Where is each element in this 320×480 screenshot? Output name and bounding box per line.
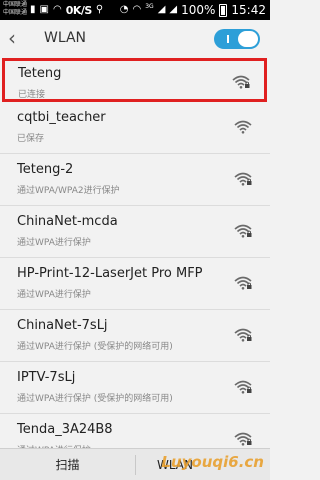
- network-item[interactable]: ChinaNet-mcda 通过WPA进行保护: [0, 206, 270, 258]
- alarm-icon: ◔: [119, 4, 129, 15]
- wifi-lock-icon: [234, 432, 252, 446]
- network-list: Teteng 已连接 cqtbi_teacher 已保存 Teteng-2 通过WPA/W…: [0, 58, 270, 466]
- usb-icon: ⚲: [95, 4, 104, 15]
- network-name: Teteng-2: [17, 162, 74, 177]
- network-status: 已连接: [18, 90, 46, 100]
- network-item-connected[interactable]: Teteng 已连接: [2, 58, 267, 102]
- battery-percent: 100%: [181, 3, 216, 17]
- carrier-line-2: 中国联通: [3, 9, 28, 16]
- network-name: ChinaNet-7sLj: [17, 318, 108, 333]
- wifi-lock-icon: [234, 380, 252, 394]
- network-item[interactable]: Teteng-2 通过WPA/WPA2进行保护: [0, 154, 270, 206]
- carrier-info: 中国联通 中国联通: [3, 1, 27, 17]
- network-status: 通过WPA进行保护: [17, 238, 91, 248]
- network-name: Tenda_3A24B8: [17, 422, 113, 437]
- network-status: 通过WPA进行保护 (受保护的网络可用): [17, 394, 173, 404]
- network-status: 已保存: [17, 134, 45, 144]
- wifi-status-icon: ◠: [52, 4, 62, 15]
- wifi-lock-icon: [234, 172, 252, 186]
- wifi-lock-icon: [232, 75, 250, 89]
- network-item[interactable]: cqtbi_teacher 已保存: [0, 102, 270, 154]
- site-watermark: Luyouqi6.cn: [161, 453, 264, 471]
- network-status: 通过WPA/WPA2进行保护: [17, 186, 120, 196]
- wifi-lock-icon: [234, 328, 252, 342]
- image-icon: ▣: [39, 4, 49, 15]
- network-name: IPTV-7sLj: [17, 370, 76, 385]
- back-arrow-icon[interactable]: ‹: [8, 26, 28, 50]
- network-item[interactable]: IPTV-7sLj 通过WPA进行保护 (受保护的网络可用): [0, 362, 270, 414]
- scan-button[interactable]: 扫描: [0, 449, 135, 480]
- network-name: Teteng: [18, 66, 62, 81]
- status-bar: 中国联通 中国联通 ▮ ▣ ◠ 0K/S ⚲ ◔ ◠ 3G ◢ ◢ 100% 1…: [0, 0, 270, 20]
- toggle-on-mark: [227, 35, 229, 43]
- toggle-thumb: [238, 31, 258, 47]
- network-type: 3G: [145, 2, 154, 10]
- bottom-action-bar: 扫描 WLAN Luyouqi6.cn: [0, 448, 270, 480]
- wifi-icon: [234, 120, 252, 134]
- cell-signal-2-icon: ◢: [169, 4, 178, 15]
- network-item[interactable]: ChinaNet-7sLj 通过WPA进行保护 (受保护的网络可用): [0, 310, 270, 362]
- battery-icon: [219, 3, 228, 17]
- network-speed: 0K/S: [65, 3, 93, 17]
- page-title: WLAN: [44, 30, 87, 46]
- cell-signal-icon: ◢: [157, 4, 166, 15]
- network-item[interactable]: HP-Print-12-LaserJet Pro MFP 通过WPA进行保护: [0, 258, 270, 310]
- clock: 15:42: [231, 3, 266, 17]
- signal-icon: ▮: [30, 4, 36, 15]
- wifi-lock-icon: [234, 224, 252, 238]
- network-status: 通过WPA进行保护: [17, 290, 91, 300]
- wlan-toggle[interactable]: [214, 29, 260, 49]
- app-header: ‹ WLAN: [0, 20, 270, 58]
- network-name: HP-Print-12-LaserJet Pro MFP: [17, 266, 203, 281]
- network-name: cqtbi_teacher: [17, 110, 106, 125]
- carrier-line-1: 中国联通: [3, 1, 28, 8]
- wifi-lock-icon: [234, 276, 252, 290]
- network-name: ChinaNet-mcda: [17, 214, 118, 229]
- wifi-bar-icon: ◠: [132, 4, 142, 15]
- network-status: 通过WPA进行保护 (受保护的网络可用): [17, 342, 173, 352]
